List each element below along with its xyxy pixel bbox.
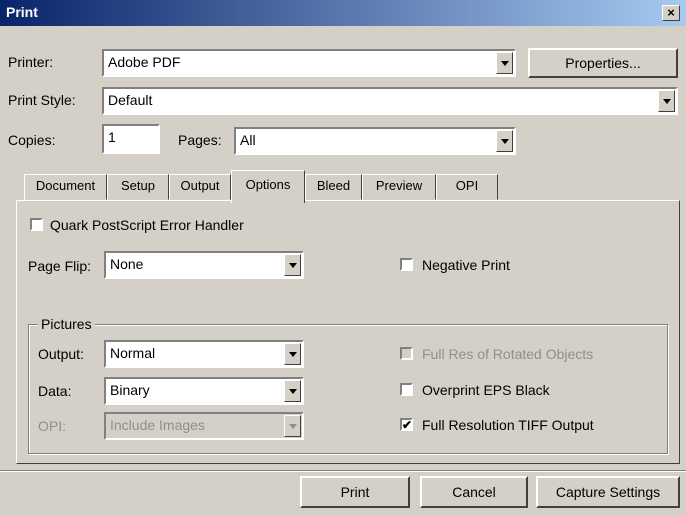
pages-label: Pages:: [178, 132, 222, 148]
chevron-down-icon: [284, 415, 301, 437]
full-res-tiff-label: Full Resolution TIFF Output: [422, 417, 594, 433]
cancel-button-label: Cancel: [452, 484, 496, 500]
copies-value: 1: [108, 129, 116, 145]
full-res-tiff-checkbox[interactable]: ✔: [400, 418, 413, 431]
printer-select[interactable]: Adobe PDF: [102, 49, 516, 77]
page-flip-label: Page Flip:: [28, 258, 92, 274]
tab-label: Output: [180, 178, 220, 193]
quark-error-handler-checkbox[interactable]: [30, 218, 43, 231]
close-icon: ×: [667, 5, 675, 20]
tab-opi[interactable]: OPI: [436, 174, 498, 200]
print-style-value: Default: [108, 92, 153, 108]
tab-setup[interactable]: Setup: [107, 174, 169, 200]
negative-print-label: Negative Print: [422, 257, 510, 273]
printer-label: Printer:: [8, 54, 54, 70]
pages-value: All: [240, 132, 256, 148]
overprint-eps-checkbox[interactable]: [400, 383, 413, 396]
tab-preview[interactable]: Preview: [362, 174, 436, 200]
page-flip-value: None: [110, 256, 144, 272]
print-button[interactable]: Print: [300, 476, 410, 508]
tab-label: Document: [35, 178, 96, 193]
page-flip-select[interactable]: None: [104, 251, 304, 279]
check-icon: ✔: [402, 418, 413, 432]
tab-label: Preview: [375, 178, 423, 193]
quark-error-handler-label: Quark PostScript Error Handler: [50, 217, 244, 233]
tab-label: OPI: [455, 178, 479, 193]
chevron-down-icon[interactable]: [284, 343, 301, 365]
data-select[interactable]: Binary: [104, 377, 304, 405]
cancel-button[interactable]: Cancel: [420, 476, 528, 508]
capture-settings-button[interactable]: Capture Settings: [536, 476, 680, 508]
overprint-eps-label: Overprint EPS Black: [422, 382, 550, 398]
pictures-group-title: Pictures: [38, 316, 95, 332]
tab-bleed[interactable]: Bleed: [305, 174, 362, 200]
tab-label: Options: [245, 177, 291, 192]
output-select[interactable]: Normal: [104, 340, 304, 368]
copies-label: Copies:: [8, 132, 56, 148]
tab-output[interactable]: Output: [169, 174, 231, 200]
print-style-select[interactable]: Default: [102, 87, 678, 115]
output-value: Normal: [110, 345, 156, 361]
data-value: Binary: [110, 382, 150, 398]
full-res-rotated-label: Full Res of Rotated Objects: [422, 346, 594, 362]
printer-value: Adobe PDF: [108, 54, 181, 70]
capture-settings-button-label: Capture Settings: [555, 484, 661, 500]
opi-value: Include Images: [110, 417, 205, 433]
properties-button-label: Properties...: [565, 55, 641, 71]
opi-label: OPI:: [38, 418, 67, 434]
chevron-down-icon[interactable]: [496, 52, 513, 74]
tab-label: Setup: [121, 178, 155, 193]
copies-input[interactable]: 1: [102, 124, 160, 154]
full-res-rotated-checkbox: [400, 347, 413, 360]
negative-print-checkbox[interactable]: [400, 258, 413, 271]
tab-options[interactable]: Options: [231, 170, 305, 203]
print-button-label: Print: [340, 484, 370, 500]
title-bar: Print ×: [0, 0, 686, 26]
output-label: Output:: [38, 346, 84, 362]
separator: [0, 470, 686, 472]
opi-select: Include Images: [104, 412, 304, 440]
chevron-down-icon[interactable]: [496, 130, 513, 152]
pages-select[interactable]: All: [234, 127, 516, 155]
data-label: Data:: [38, 383, 72, 399]
window-title: Print: [6, 4, 38, 20]
chevron-down-icon[interactable]: [658, 90, 675, 112]
properties-button[interactable]: Properties...: [528, 48, 678, 78]
tab-label: Bleed: [316, 178, 351, 193]
close-button[interactable]: ×: [662, 5, 680, 21]
tab-document[interactable]: Document: [24, 174, 107, 200]
chevron-down-icon[interactable]: [284, 380, 301, 402]
print-style-label: Print Style:: [8, 92, 76, 108]
chevron-down-icon[interactable]: [284, 254, 301, 276]
